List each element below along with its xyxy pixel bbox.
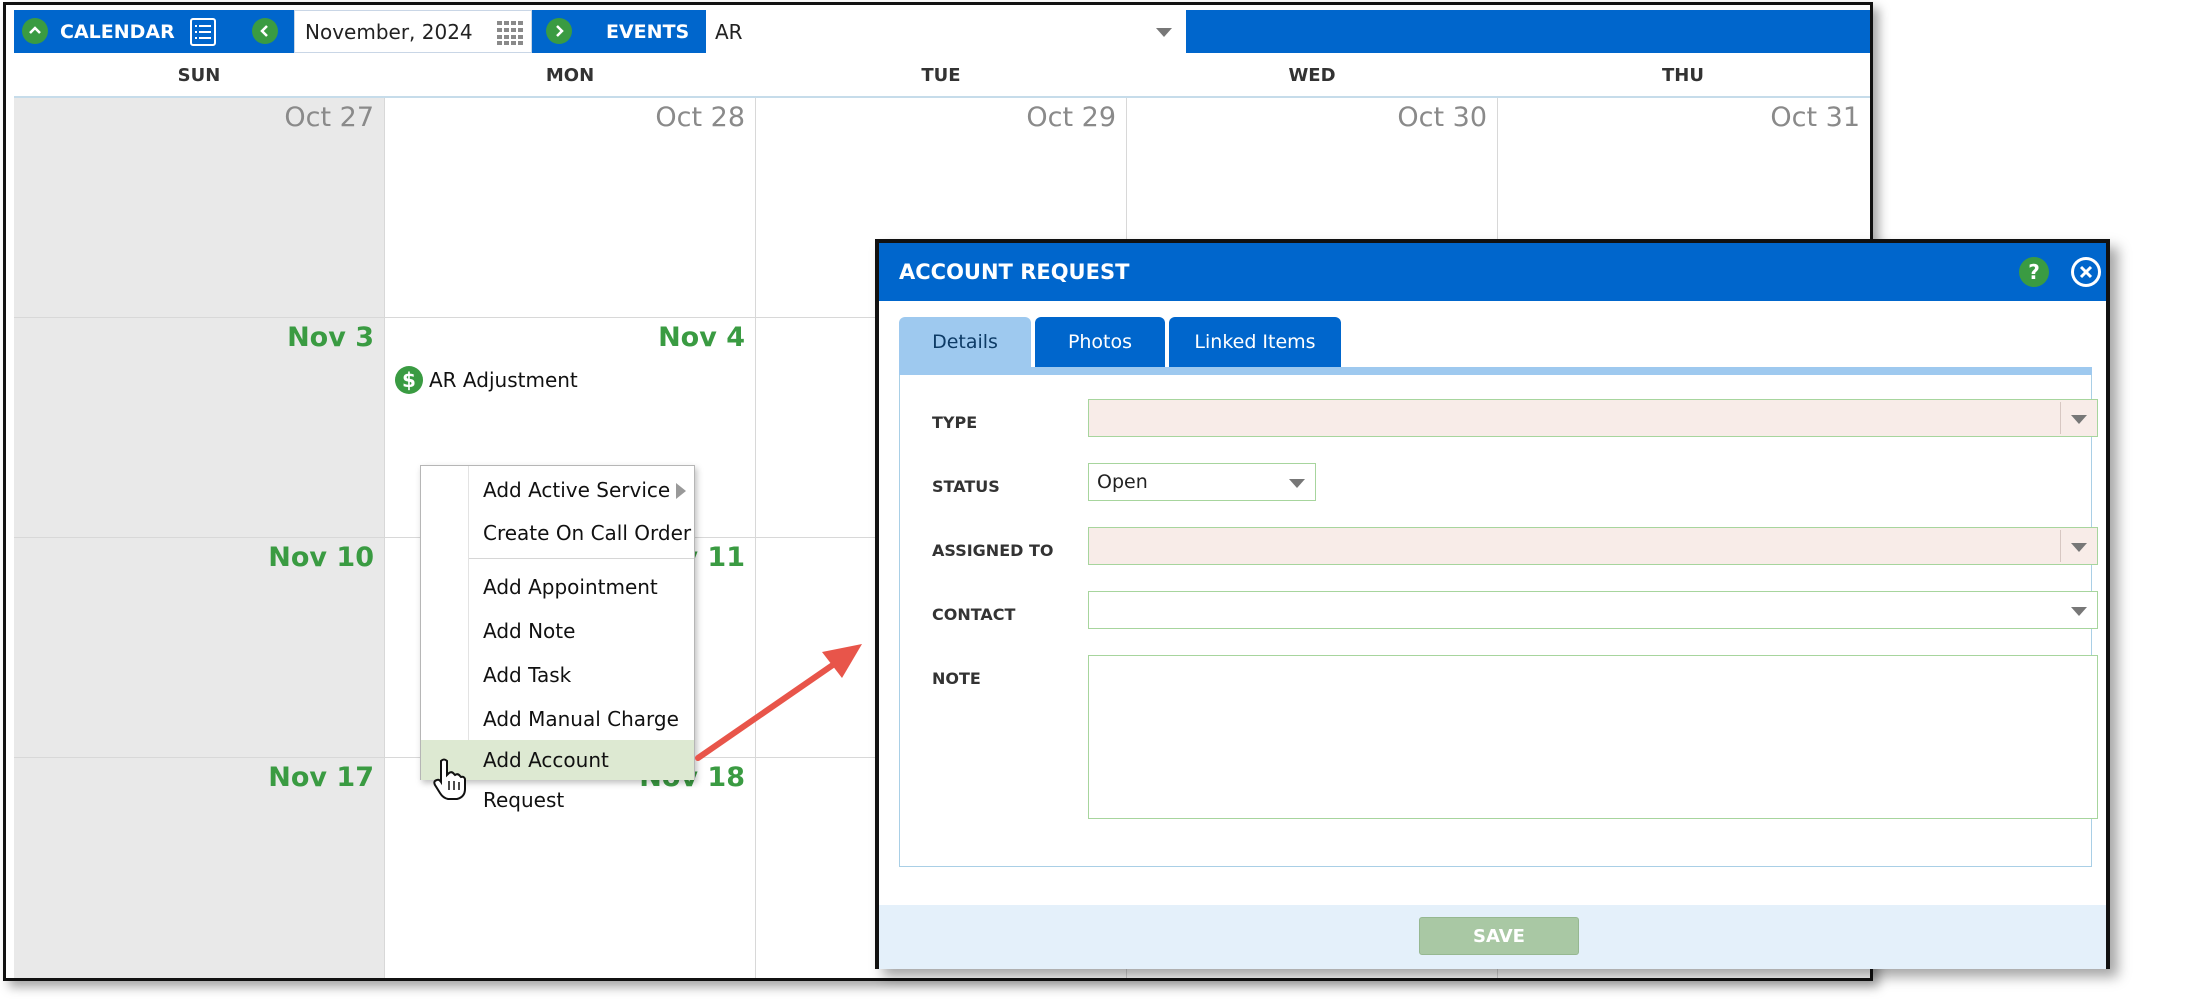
status-label: STATUS <box>932 477 1000 496</box>
menu-item-label: Create On Call Order <box>483 521 692 545</box>
tab-photos[interactable]: Photos <box>1035 317 1165 367</box>
menu-item-label: Add Note <box>483 619 576 643</box>
chevron-up-icon <box>29 26 41 34</box>
month-value: November, 2024 <box>305 19 473 44</box>
dollar-icon: $ <box>395 366 423 394</box>
menu-separator <box>469 558 694 559</box>
assigned-to-select[interactable] <box>1088 527 2098 565</box>
chevron-right-icon <box>556 25 564 37</box>
events-label: EVENTS <box>606 10 689 53</box>
day-header-tue: TUE <box>921 65 961 86</box>
event-filter-value: AR <box>715 19 743 44</box>
dialog-footer: SAVE <box>879 905 2106 969</box>
calendar-toolbar: CALENDAR November, 2024 EVENTS AR <box>14 10 1870 53</box>
collapse-calendar-button[interactable] <box>22 18 48 44</box>
chevron-down-icon <box>2071 607 2087 616</box>
chevron-down-icon <box>1156 28 1172 37</box>
contact-label: CONTACT <box>932 605 1016 624</box>
day-number: Oct 29 <box>1026 102 1116 133</box>
tab-label: Details <box>932 331 998 353</box>
details-panel: TYPE STATUS Open ASSIGNED TO CONTACT NOT… <box>899 375 2098 867</box>
select-divider <box>2060 402 2061 434</box>
day-number: Oct 31 <box>1770 102 1860 133</box>
day-number: Oct 30 <box>1397 102 1487 133</box>
submenu-arrow-icon <box>676 483 686 499</box>
list-view-button[interactable] <box>190 10 216 53</box>
day-cell[interactable]: Nov 10 <box>14 538 385 758</box>
day-number: Nov 3 <box>287 322 374 353</box>
tab-label: Photos <box>1067 331 1133 353</box>
select-divider <box>2060 530 2061 562</box>
type-select[interactable] <box>1088 399 2098 437</box>
calendar-label: CALENDAR <box>60 10 175 53</box>
calendar-title: CALENDAR <box>60 20 175 43</box>
previous-month-button[interactable] <box>252 18 278 44</box>
callout-arrow-icon <box>695 644 862 761</box>
event-filter-select[interactable]: AR <box>706 10 1186 53</box>
list-icon <box>190 17 216 46</box>
chevron-down-icon <box>1289 479 1305 488</box>
menu-item-add-manual-charge[interactable]: Add Manual Charge <box>421 699 694 739</box>
day-header-sun: SUN <box>177 65 221 86</box>
menu-item-label: Add Appointment <box>483 575 658 599</box>
dialog-title: ACCOUNT REQUEST <box>899 260 1130 284</box>
day-header-mon: MON <box>545 65 595 86</box>
contact-select[interactable] <box>1088 591 2098 629</box>
day-cell[interactable]: Oct 27 <box>14 98 385 318</box>
status-value: Open <box>1097 471 1148 493</box>
day-number: Nov 17 <box>268 762 374 793</box>
day-number: Nov 10 <box>268 542 374 573</box>
menu-item-create-on-call-order[interactable]: Create On Call Order <box>421 513 694 553</box>
day-header-thu: THU <box>1662 65 1704 86</box>
context-menu: Add Active Service Create On Call Order … <box>420 465 695 812</box>
help-icon: ? <box>2028 260 2040 284</box>
day-cell[interactable]: Nov 17 <box>14 758 385 978</box>
menu-item-add-appointment[interactable]: Add Appointment <box>421 567 694 607</box>
note-textarea[interactable] <box>1088 655 2098 819</box>
hand-cursor-icon <box>433 758 466 800</box>
chevron-left-icon <box>260 25 268 37</box>
save-label: SAVE <box>1473 925 1525 947</box>
help-button[interactable]: ? <box>2019 257 2049 287</box>
day-header-wed: WED <box>1288 65 1336 86</box>
tab-details[interactable]: Details <box>899 317 1031 367</box>
day-cell[interactable]: Nov 3 <box>14 318 385 538</box>
menu-item-add-note[interactable]: Add Note <box>421 611 694 651</box>
event-label: AR Adjustment <box>429 368 578 392</box>
dialog-titlebar: ACCOUNT REQUEST ? <box>879 243 2106 301</box>
tab-underline <box>899 367 2092 375</box>
chevron-down-icon <box>2071 415 2087 424</box>
next-month-button[interactable] <box>546 18 572 44</box>
close-button[interactable] <box>2071 257 2101 287</box>
menu-item-add-active-service[interactable]: Add Active Service <box>421 470 694 510</box>
chevron-down-icon <box>2071 543 2087 552</box>
day-number: Oct 28 <box>655 102 745 133</box>
close-icon <box>2072 258 2100 286</box>
type-label: TYPE <box>932 413 978 432</box>
menu-item-label: Add Manual Charge <box>483 707 679 731</box>
day-number: Oct 27 <box>284 102 374 133</box>
tab-label: Linked Items <box>1194 331 1316 353</box>
day-cell[interactable]: Oct 28 <box>385 98 756 318</box>
month-picker[interactable]: November, 2024 <box>294 10 532 53</box>
assigned-to-label: ASSIGNED TO <box>932 541 1054 560</box>
day-header-row: SUN MON TUE WED THU <box>14 53 1870 98</box>
menu-item-label: Add Task <box>483 663 572 687</box>
events-title: EVENTS <box>606 20 690 43</box>
note-label: NOTE <box>932 669 981 688</box>
event-ar-adjustment[interactable]: $ AR Adjustment <box>395 366 578 394</box>
menu-item-add-task[interactable]: Add Task <box>421 655 694 695</box>
calendar-grid-icon[interactable] <box>497 21 523 45</box>
day-number: Nov 4 <box>658 322 745 353</box>
save-button[interactable]: SAVE <box>1419 917 1579 955</box>
status-select[interactable]: Open <box>1088 463 1316 501</box>
account-request-dialog: ACCOUNT REQUEST ? Details Photos Linked … <box>875 239 2110 969</box>
tab-linked-items[interactable]: Linked Items <box>1169 317 1341 367</box>
menu-item-label: Add Active Service <box>483 478 671 502</box>
